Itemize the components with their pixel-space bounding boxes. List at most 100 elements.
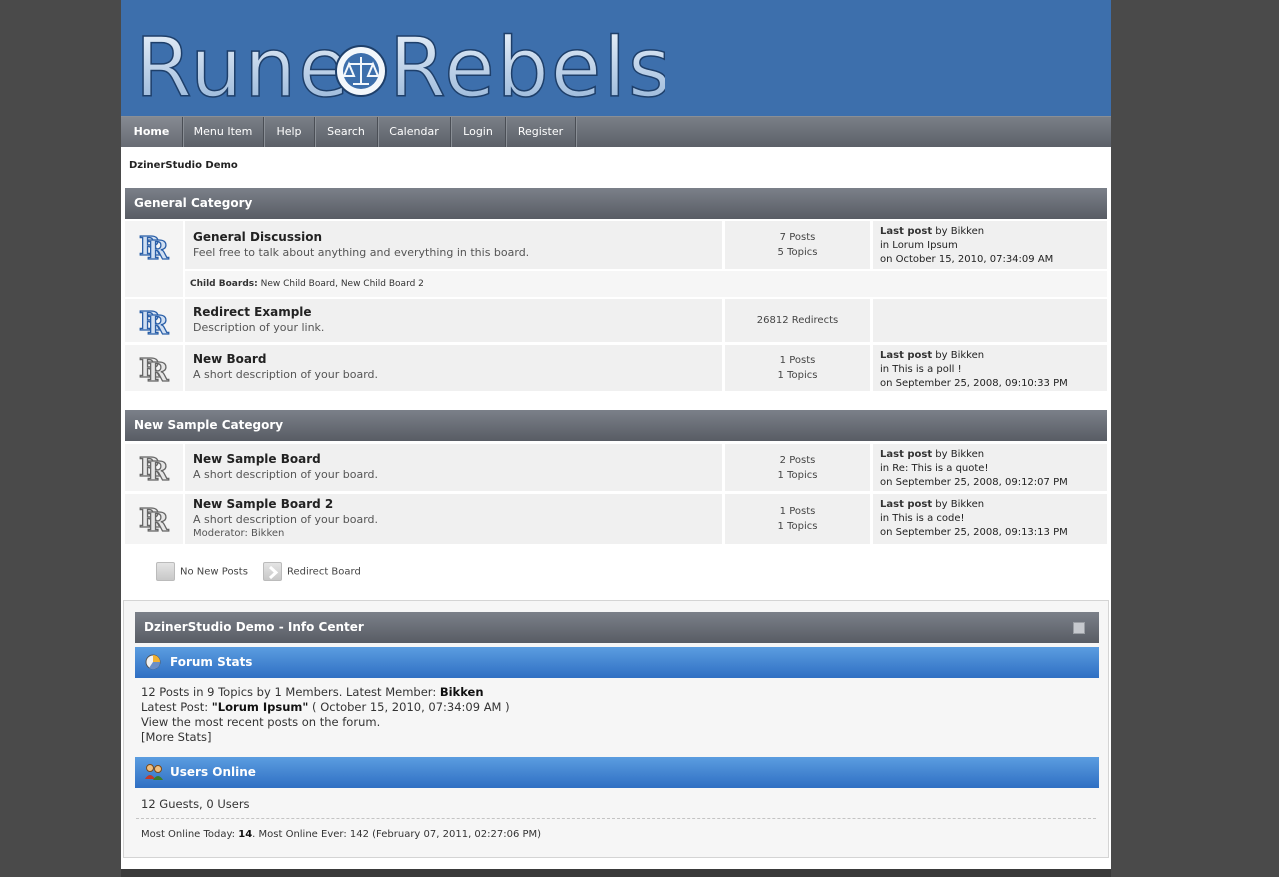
board-description: A short description of your board. — [193, 368, 379, 381]
forum-stats-text: 12 Posts in 9 Topics by 1 Members. Lates… — [141, 685, 510, 745]
menu-search[interactable]: Search — [315, 117, 378, 147]
last-post-date: on September 25, 2008, 09:10:33 PM — [880, 378, 1068, 389]
legend-label: Redirect Board — [287, 566, 361, 578]
collapse-icon[interactable] — [1073, 622, 1085, 634]
users-online-text: 12 Guests, 0 Users — [141, 797, 250, 811]
board-info: New Board A short description of your bo… — [185, 345, 722, 391]
board-title-link[interactable]: New Sample Board — [193, 452, 714, 467]
last-post: Last post by Bikken in This is a code! o… — [873, 494, 1107, 544]
menu-home[interactable]: Home — [121, 117, 183, 147]
board-title-link[interactable]: New Board — [193, 352, 714, 367]
latest-post-label: Latest Post: — [141, 700, 212, 714]
board-stats: 2 Posts 1 Topics — [725, 444, 870, 491]
menu-register[interactable]: Register — [506, 117, 576, 147]
last-post-author[interactable]: by Bikken — [935, 226, 984, 237]
board-description: Description of your link. — [193, 321, 325, 334]
info-center-header: DzinerStudio Demo - Info Center — [135, 612, 1099, 643]
svg-text:R: R — [147, 311, 169, 337]
info-center: DzinerStudio Demo - Info Center Forum St… — [123, 600, 1109, 858]
board-title-link[interactable]: New Sample Board 2 — [193, 497, 714, 512]
main-menu: Home Menu Item Help Search Calendar Logi… — [121, 116, 1111, 147]
menu-help[interactable]: Help — [264, 117, 315, 147]
board-icon-cell: RR — [125, 221, 183, 269]
board-row: RR New Sample Board 2 A short descriptio… — [125, 494, 1107, 544]
board-description: A short description of your board. — [193, 513, 379, 526]
last-post-label: Last post — [880, 226, 933, 237]
legend-redirect-board: Redirect Board — [263, 562, 361, 582]
board-status-icon[interactable]: RR — [138, 228, 170, 262]
post-count: 7 Posts — [779, 232, 816, 243]
most-online-ever: . Most Online Ever: 142 (February 07, 20… — [252, 829, 542, 840]
last-post: Last post by Bikken in This is a poll ! … — [873, 345, 1107, 391]
topic-count: 5 Topics — [777, 247, 818, 258]
board-title-link[interactable]: Redirect Example — [193, 305, 714, 320]
site-logo[interactable]: Rune Rebels — [135, 26, 665, 106]
last-post-topic[interactable]: in This is a code! — [880, 512, 1100, 526]
topic-count: 1 Topics — [777, 469, 818, 481]
svg-text:R: R — [147, 358, 169, 384]
last-post: Last post by Bikken in Re: This is a quo… — [873, 444, 1107, 491]
menu-menu-item[interactable]: Menu Item — [183, 117, 264, 147]
redirect-arrow-icon — [263, 562, 282, 581]
last-post-date: on October 15, 2010, 07:34:09 AM — [880, 254, 1054, 265]
menu-login[interactable]: Login — [451, 117, 506, 147]
post-count: 1 Posts — [779, 506, 816, 517]
board-moderator[interactable]: Moderator: Bikken — [193, 527, 714, 541]
more-stats-link[interactable]: [More Stats] — [141, 730, 510, 745]
last-post-topic[interactable]: in Re: This is a quote! — [880, 462, 1100, 476]
last-post-label: Last post — [880, 449, 933, 460]
last-post: Last post by Bikken in Lorum Ipsum on Oc… — [873, 221, 1107, 269]
board-stats: 26812 Redirects — [725, 299, 870, 342]
topic-count: 1 Topics — [777, 521, 818, 532]
child-boards-links[interactable]: New Child Board, New Child Board 2 — [261, 279, 424, 289]
last-post-topic[interactable]: in This is a poll ! — [880, 363, 1100, 377]
last-post-date: on September 25, 2008, 09:12:07 PM — [880, 477, 1068, 488]
last-post-date: on September 25, 2008, 09:13:13 PM — [880, 527, 1068, 538]
page-wrapper: Rune Rebels Home Menu Item Help Search C… — [121, 0, 1111, 877]
recent-posts-link[interactable]: View the most recent posts on the forum. — [141, 715, 510, 730]
board-info: New Sample Board A short description of … — [185, 444, 722, 491]
board-description: Feel free to talk about anything and eve… — [193, 246, 530, 259]
pie-chart-icon — [145, 654, 161, 670]
divider — [136, 818, 1096, 819]
redirect-board-icon[interactable]: RR — [138, 303, 170, 337]
board-icon-cell: RR — [125, 444, 183, 491]
board-status-icon[interactable]: RR — [138, 350, 170, 384]
latest-post-link[interactable]: "Lorum Ipsum" — [212, 700, 309, 714]
breadcrumb[interactable]: DzinerStudio Demo — [129, 160, 238, 171]
board-status-icon[interactable]: RR — [138, 449, 170, 483]
board-status-icon[interactable]: RR — [138, 500, 170, 534]
board-stats: 1 Posts 1 Topics — [725, 345, 870, 391]
category-header-new-sample[interactable]: New Sample Category — [125, 410, 1107, 441]
board-row: RR General Discussion Feel free to talk … — [125, 221, 1107, 269]
latest-member-link[interactable]: Bikken — [440, 685, 484, 699]
board-title-link[interactable]: General Discussion — [193, 230, 714, 245]
svg-text:R: R — [147, 236, 169, 262]
last-post-author[interactable]: by Bikken — [935, 350, 984, 361]
most-online-text: Most Online Today: 14. Most Online Ever:… — [141, 827, 541, 842]
board-stats: 1 Posts 1 Topics — [725, 494, 870, 544]
info-center-title: DzinerStudio Demo - Info Center — [144, 620, 364, 634]
svg-text:Rune: Rune — [135, 26, 351, 106]
latest-post-date: ( October 15, 2010, 07:34:09 AM ) — [308, 700, 510, 714]
last-post — [873, 299, 1107, 342]
last-post-author[interactable]: by Bikken — [935, 449, 984, 460]
board-icon-cell: RR — [125, 299, 183, 342]
legend-no-new-posts: No New Posts — [156, 562, 248, 582]
child-boards-label: Child Boards: — [190, 279, 258, 289]
board-row: RR New Board A short description of your… — [125, 345, 1107, 391]
category-header-general[interactable]: General Category — [125, 188, 1107, 219]
last-post-author[interactable]: by Bikken — [935, 499, 984, 510]
svg-text:Rebels: Rebels — [389, 26, 665, 106]
last-post-topic[interactable]: in Lorum Ipsum — [880, 239, 1100, 253]
post-count: 2 Posts — [779, 454, 816, 466]
svg-text:R: R — [147, 508, 169, 534]
child-boards: Child Boards: New Child Board, New Child… — [185, 271, 1107, 297]
menu-calendar[interactable]: Calendar — [378, 117, 451, 147]
board-icon-cell: RR — [125, 494, 183, 544]
most-online-today: 14 — [238, 829, 253, 840]
users-online-header: Users Online — [135, 757, 1099, 788]
post-count: 1 Posts — [779, 355, 816, 366]
child-icon-cell — [125, 269, 183, 297]
board-row: RR Redirect Example Description of your … — [125, 299, 1107, 342]
